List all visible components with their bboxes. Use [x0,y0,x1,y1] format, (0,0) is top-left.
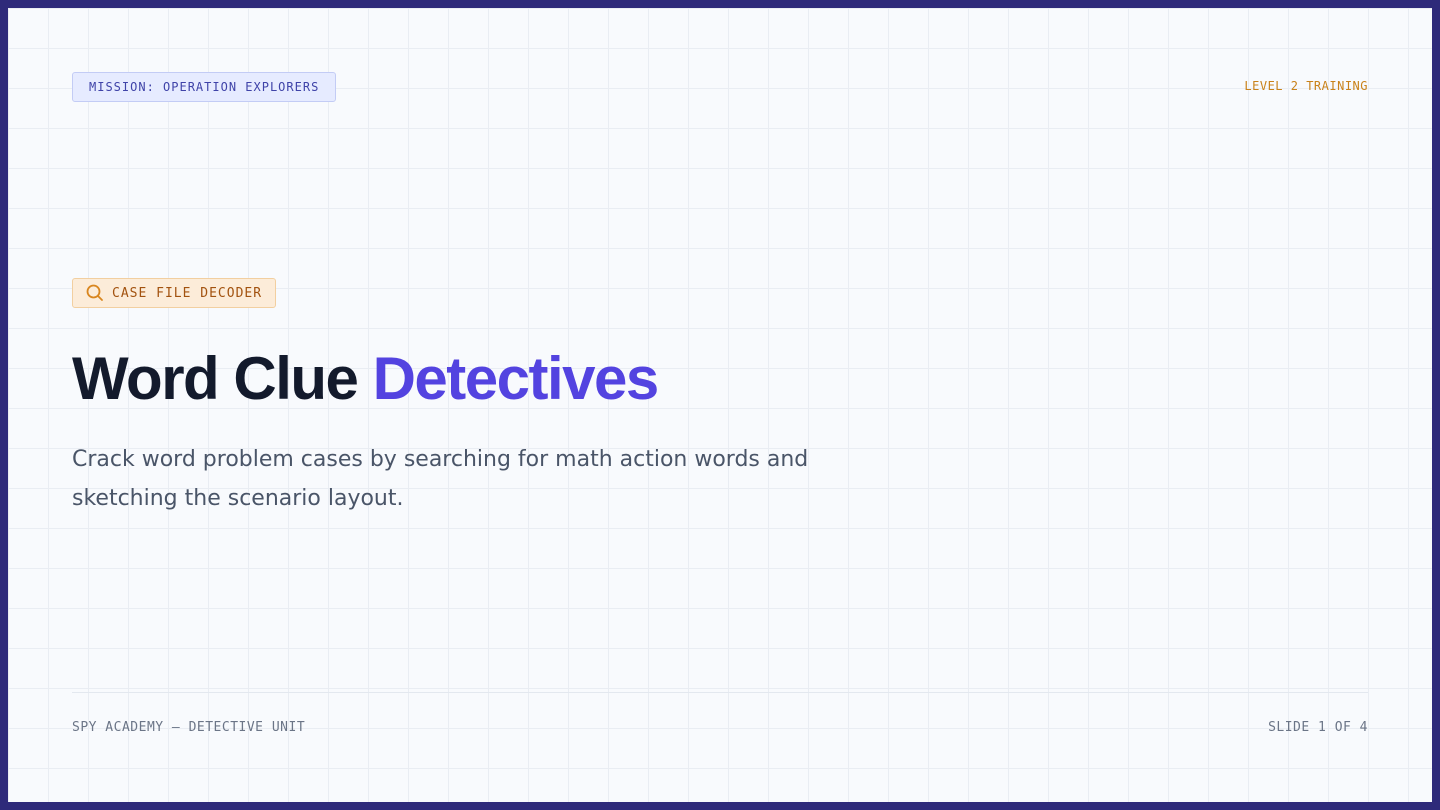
level-label: LEVEL 2 TRAINING [1244,79,1368,93]
page-subtitle: Crack word problem cases by searching fo… [72,447,809,511]
title-primary: Word Clue [72,345,359,412]
magnifier-icon [86,284,104,302]
case-file-badge: CASE FILE DECODER [72,278,277,308]
case-file-label: CASE FILE DECODER [112,285,263,301]
title-accent: Detectives [372,345,660,412]
slide-counter: SLIDE 1 OF 4 [1268,720,1368,735]
mission-badge: MISSION: OPERATION EXPLORERS [72,72,337,102]
footer-unit-label: SPY ACADEMY — DETECTIVE UNIT [72,720,306,735]
mission-label: MISSION: OPERATION EXPLORERS [89,80,320,94]
page-title: Word Clue Detectives [72,344,660,414]
footer-divider [72,692,1368,693]
slide-frame: MISSION: OPERATION EXPLORERS LEVEL 2 TRA… [8,8,1432,802]
